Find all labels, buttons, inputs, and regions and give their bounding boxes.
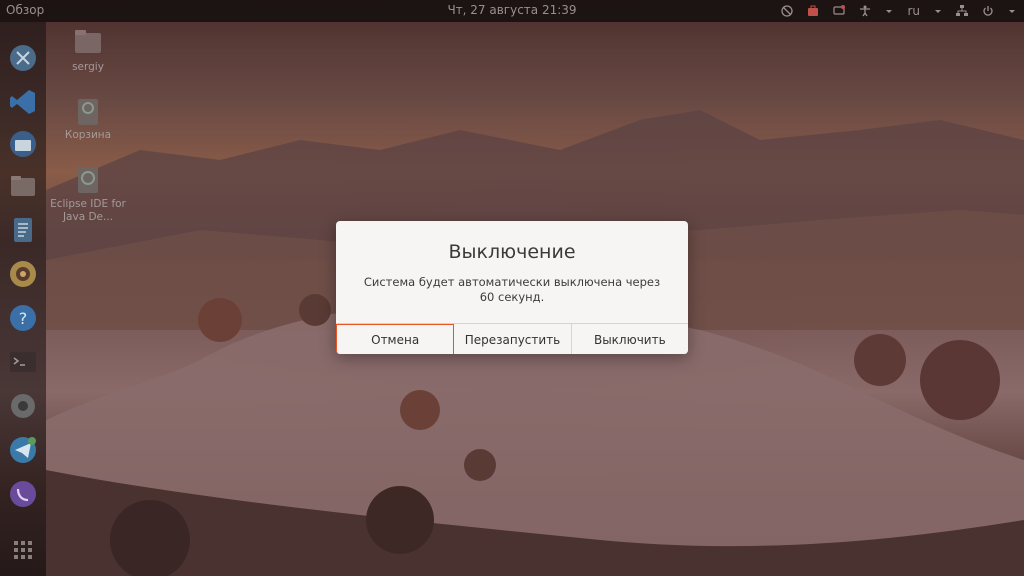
viber-icon[interactable] [9, 480, 37, 508]
eclipse-launcher-icon [74, 165, 102, 195]
show-apps-icon[interactable] [9, 536, 37, 564]
desktop-icon-label: Eclipse IDE for Java De... [50, 198, 126, 223]
shutdown-dialog: Выключение Система будет автоматически в… [336, 221, 688, 354]
desktop-icon-trash[interactable]: Корзина [48, 96, 128, 142]
desktop-icon-eclipse[interactable]: Eclipse IDE for Java De... [48, 165, 128, 224]
power-icon[interactable] [982, 5, 994, 17]
shutdown-button[interactable]: Выключить [571, 324, 688, 354]
svg-text:?: ? [19, 309, 28, 328]
terminal-app-icon[interactable] [9, 44, 37, 72]
chevron-down-icon[interactable] [885, 5, 893, 17]
dialog-title: Выключение [448, 241, 576, 263]
files-icon[interactable] [9, 172, 37, 200]
rhythmbox-icon[interactable] [9, 260, 37, 288]
terminal-icon[interactable] [9, 348, 37, 376]
telegram-icon[interactable] [9, 436, 37, 464]
top-bar: Обзор Чт, 27 августа 21:39 ru [0, 0, 1024, 22]
accessibility-icon[interactable] [859, 5, 871, 17]
dialog-message: Система будет автоматически выключена че… [363, 275, 661, 304]
text-editor-icon[interactable] [9, 216, 37, 244]
dialog-button-row: Отмена Перезапустить Выключить [336, 323, 688, 354]
no-disturb-icon[interactable] [781, 5, 794, 17]
briefcase-icon[interactable] [807, 5, 819, 17]
desktop-icon-label: sergiy [72, 61, 104, 73]
language-indicator[interactable]: ru [907, 4, 920, 18]
folder-icon [74, 28, 102, 58]
chevron-down-icon[interactable] [1008, 5, 1016, 17]
trash-icon [74, 96, 102, 126]
restart-button[interactable]: Перезапустить [454, 324, 572, 354]
network-icon[interactable] [956, 5, 968, 17]
desktop-icon-home[interactable]: sergiy [48, 28, 128, 74]
help-icon[interactable]: ? [9, 304, 37, 332]
cancel-button[interactable]: Отмена [336, 324, 455, 354]
system-tray: ru [781, 2, 1016, 20]
chevron-down-icon[interactable] [934, 5, 942, 17]
thunderbird-icon[interactable] [9, 130, 37, 158]
chat-icon[interactable] [833, 5, 846, 17]
desktop-icon-label: Корзина [64, 129, 112, 141]
dock: ? [0, 22, 46, 576]
settings-icon[interactable] [9, 392, 37, 420]
vscode-icon[interactable] [9, 88, 37, 116]
